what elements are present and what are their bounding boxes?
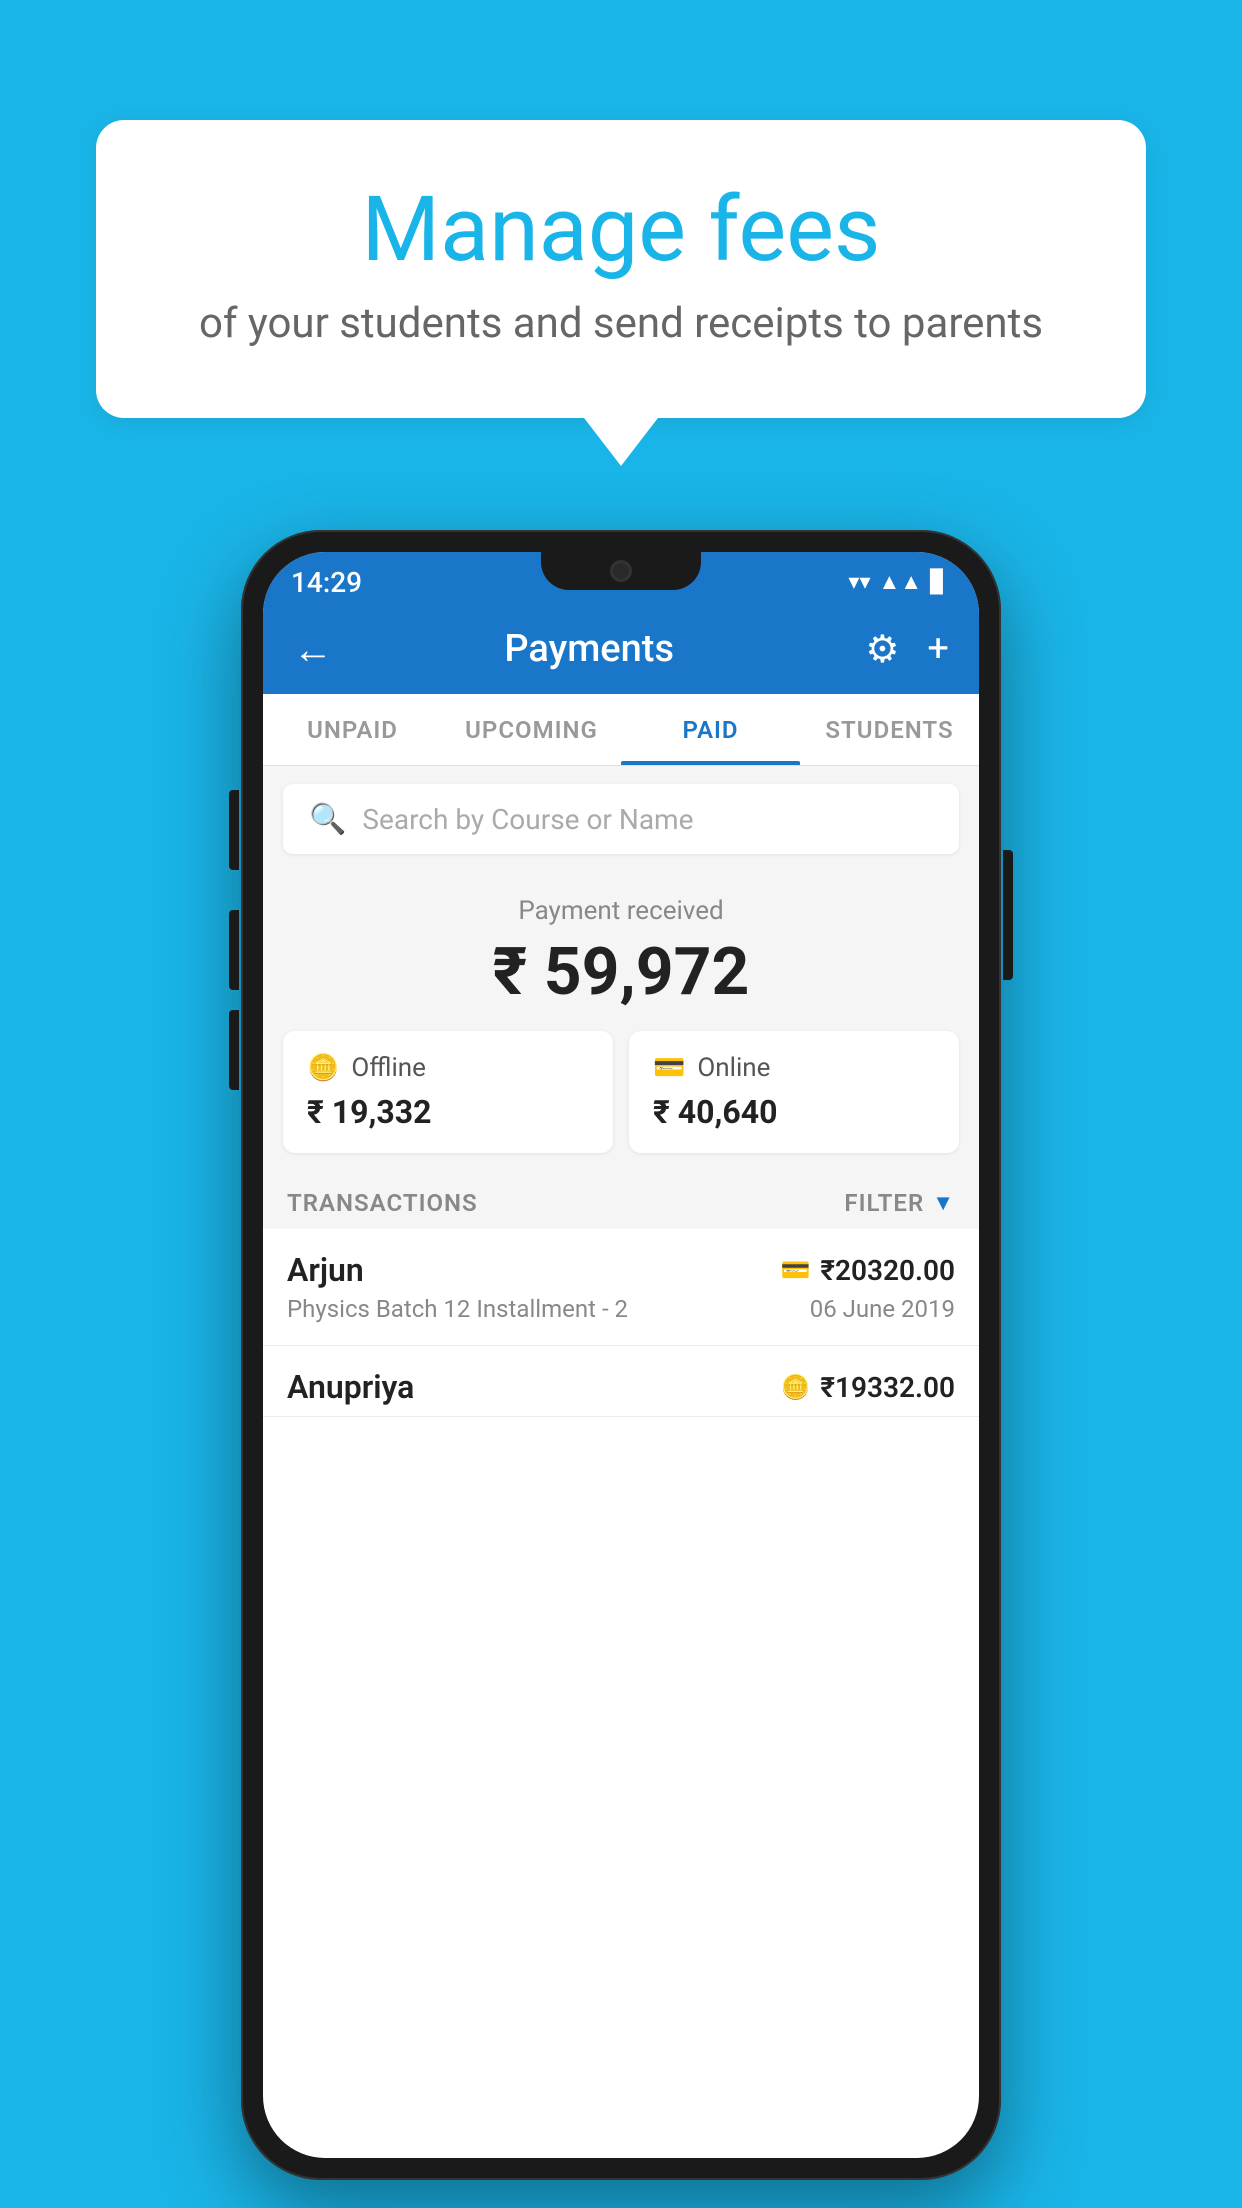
wifi-icon: ▾▾ [848, 570, 870, 595]
phone-notch [541, 552, 701, 590]
signal-icon: ▲▲ [879, 569, 923, 595]
online-card-header: 💳 Online [653, 1053, 935, 1083]
filter-icon: ▼ [932, 1190, 955, 1216]
phone-outer: 14:29 ▾▾ ▲▲ ▊ ← Payments ⚙ + UNPAID [241, 530, 1001, 2180]
search-input[interactable]: Search by Course or Name [362, 803, 693, 836]
offline-payment-icon: 🪙 [307, 1053, 339, 1083]
status-icons: ▾▾ ▲▲ ▊ [848, 569, 947, 595]
payment-received-label: Payment received [283, 896, 959, 926]
amount-value-2: ₹19332.00 [820, 1371, 955, 1404]
student-name-1: Arjun [287, 1251, 364, 1289]
course-info-1: Physics Batch 12 Installment - 2 [287, 1295, 628, 1323]
back-button[interactable]: ← [293, 626, 333, 673]
transaction-bottom-1: Physics Batch 12 Installment - 2 06 June… [287, 1295, 955, 1323]
offline-card: 🪙 Offline ₹ 19,332 [283, 1031, 613, 1153]
app-bar: ← Payments ⚙ + [263, 604, 979, 694]
filter-button[interactable]: FILTER ▼ [844, 1189, 955, 1217]
transaction-top-1: Arjun 💳 ₹20320.00 [287, 1251, 955, 1289]
content-area: 🔍 Search by Course or Name Payment recei… [263, 766, 979, 1417]
search-bar[interactable]: 🔍 Search by Course or Name [283, 784, 959, 854]
tab-unpaid[interactable]: UNPAID [263, 694, 442, 765]
amount-value-1: ₹20320.00 [820, 1254, 955, 1287]
student-name-2: Anupriya [287, 1368, 414, 1406]
add-button[interactable]: + [927, 627, 949, 671]
phone-device: 14:29 ▾▾ ▲▲ ▊ ← Payments ⚙ + UNPAID [241, 530, 1001, 2180]
hero-section: Manage fees of your students and send re… [96, 120, 1146, 418]
offline-amount: ₹ 19,332 [307, 1093, 589, 1131]
payment-received-section: Payment received ₹ 59,972 [263, 872, 979, 1031]
online-card: 💳 Online ₹ 40,640 [629, 1031, 959, 1153]
tab-paid[interactable]: PAID [621, 694, 800, 765]
camera [610, 560, 632, 582]
offline-pay-icon-2: 🪙 [781, 1373, 811, 1401]
search-icon: 🔍 [309, 802, 346, 837]
transactions-header: TRANSACTIONS FILTER ▼ [263, 1173, 979, 1229]
app-title: Payments [504, 627, 674, 671]
transactions-label: TRANSACTIONS [287, 1189, 478, 1217]
filter-label: FILTER [844, 1189, 924, 1217]
status-time: 14:29 [291, 566, 362, 599]
payment-cards-row: 🪙 Offline ₹ 19,332 💳 Online ₹ 40,640 [263, 1031, 979, 1173]
table-row[interactable]: Arjun 💳 ₹20320.00 Physics Batch 12 Insta… [263, 1229, 979, 1346]
phone-screen: 14:29 ▾▾ ▲▲ ▊ ← Payments ⚙ + UNPAID [263, 552, 979, 2158]
transaction-amount-2: 🪙 ₹19332.00 [781, 1371, 956, 1404]
transaction-date-1: 06 June 2019 [810, 1295, 955, 1323]
tab-upcoming[interactable]: UPCOMING [442, 694, 621, 765]
hero-subtitle: of your students and send receipts to pa… [176, 299, 1066, 348]
speech-bubble: Manage fees of your students and send re… [96, 120, 1146, 418]
tabs: UNPAID UPCOMING PAID STUDENTS [263, 694, 979, 766]
hero-title: Manage fees [176, 180, 1066, 279]
online-label: Online [697, 1053, 770, 1083]
payment-received-amount: ₹ 59,972 [283, 934, 959, 1011]
transaction-top-2: Anupriya 🪙 ₹19332.00 [287, 1368, 955, 1406]
offline-label: Offline [351, 1053, 426, 1083]
table-row[interactable]: Anupriya 🪙 ₹19332.00 [263, 1346, 979, 1417]
settings-button[interactable]: ⚙ [865, 627, 899, 672]
battery-icon: ▊ [930, 570, 947, 595]
transaction-amount-1: 💳 ₹20320.00 [781, 1254, 956, 1287]
online-amount: ₹ 40,640 [653, 1093, 935, 1131]
tab-students[interactable]: STUDENTS [800, 694, 979, 765]
online-pay-icon-1: 💳 [781, 1256, 811, 1284]
app-actions: ⚙ + [865, 627, 949, 672]
offline-card-header: 🪙 Offline [307, 1053, 589, 1083]
online-payment-icon: 💳 [653, 1053, 685, 1083]
